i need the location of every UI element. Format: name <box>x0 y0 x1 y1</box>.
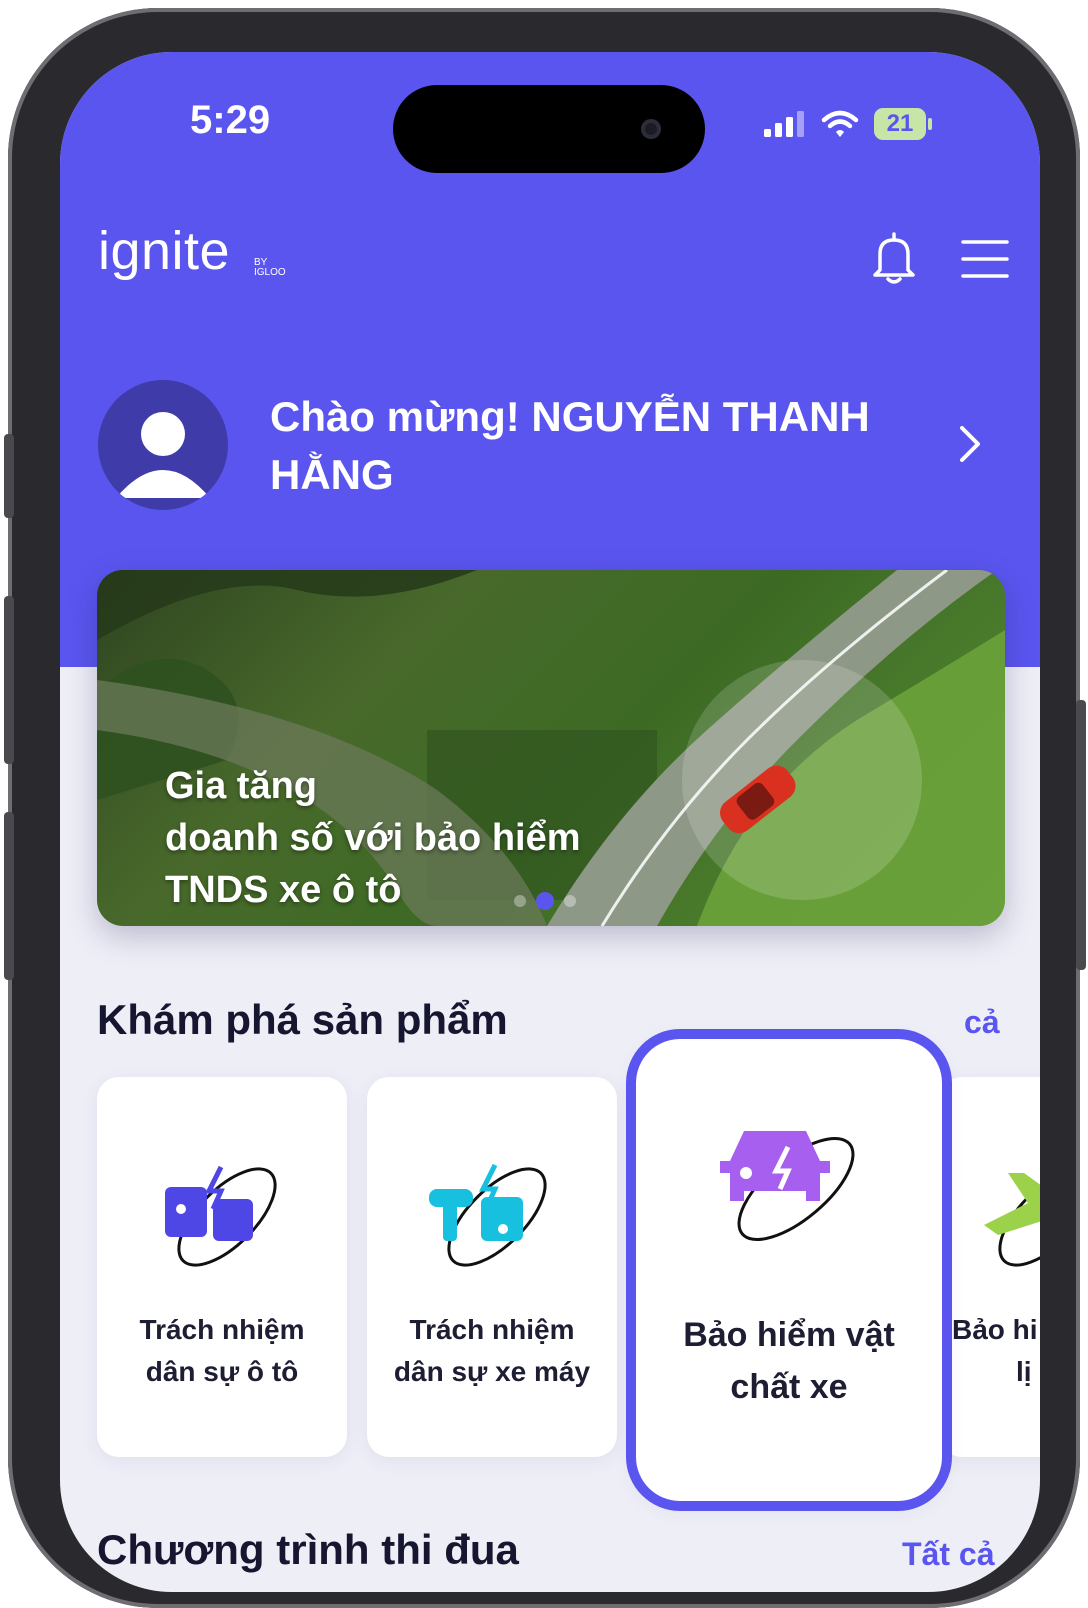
user-icon <box>116 412 210 498</box>
menu-icon[interactable] <box>960 238 1010 280</box>
carousel-dots <box>514 892 576 910</box>
product-label: Bảo hiểm vật chất xe <box>636 1309 942 1413</box>
competition-section-title: Chương trình thi đua <box>97 1526 519 1573</box>
bell-icon[interactable] <box>870 230 918 286</box>
car-damage-icon <box>720 1131 855 1242</box>
product-card-car-liability[interactable]: Trách nhiệm dân sự ô tô <box>97 1077 347 1457</box>
carousel-dot[interactable] <box>514 895 526 907</box>
banner-line2: doanh số với bảo hiểm <box>165 817 581 859</box>
camera-icon <box>641 119 661 139</box>
travel-plane-icon <box>984 1167 1040 1267</box>
product-label-line2: dân sự xe máy <box>393 1356 591 1387</box>
product-card-motorbike-liability[interactable]: Trách nhiệm dân sự xe máy <box>367 1077 617 1457</box>
profile-row[interactable]: Chào mừng! NGUYỄN THANH HẰNG <box>98 380 998 510</box>
product-label-line1: Trách nhiệm <box>139 1314 305 1345</box>
greeting-text: Chào mừng! NGUYỄN THANH HẰNG <box>270 393 870 498</box>
dynamic-island <box>393 85 705 173</box>
side-button <box>4 812 14 980</box>
logo-subtitle: BY IGLOO <box>254 258 286 278</box>
product-label-line2: chất xe <box>730 1368 848 1406</box>
product-label-line2: dân sự ô tô <box>145 1356 299 1387</box>
product-card-car-damage[interactable]: Bảo hiểm vật chất xe <box>636 1039 942 1501</box>
product-label-line1: Bảo hiểm vật <box>683 1316 895 1354</box>
product-label: Bảo hi lị <box>952 1309 1040 1393</box>
side-button <box>4 596 14 764</box>
side-button <box>4 434 14 518</box>
side-button <box>1076 700 1086 970</box>
motorbike-liability-icon <box>429 1163 547 1267</box>
status-icons: 21 <box>762 108 932 140</box>
app-logo: ignite <box>98 221 231 281</box>
avatar <box>98 380 228 510</box>
carousel-dot-active[interactable] <box>536 892 554 910</box>
signal-icon <box>764 111 804 137</box>
product-label-line1: Bảo hi <box>952 1314 1038 1345</box>
product-label: Trách nhiệm dân sự ô tô <box>97 1309 347 1393</box>
product-label-line2: lị <box>1016 1356 1032 1387</box>
products-see-all-link[interactable]: cả <box>964 1004 1000 1041</box>
product-card-travel[interactable]: Bảo hi lị <box>940 1077 1040 1457</box>
status-time: 5:29 <box>190 98 271 142</box>
carousel-dot[interactable] <box>564 895 576 907</box>
wifi-icon <box>821 110 859 137</box>
product-label-line1: Trách nhiệm <box>409 1314 575 1345</box>
car-liability-icon <box>165 1165 277 1267</box>
product-label: Trách nhiệm dân sự xe máy <box>367 1309 617 1393</box>
promo-banner[interactable]: Gia tăng doanh số với bảo hiểm TNDS xe ô… <box>97 570 1005 926</box>
app-screen: 5:29 21 ignite BY IGLOO Chào mừng! NGUYỄ… <box>60 52 1040 1592</box>
logo-subtitle-line2: IGLOO <box>254 267 286 278</box>
chevron-right-icon[interactable] <box>956 424 984 464</box>
products-section-title: Khám phá sản phẩm <box>97 996 508 1043</box>
banner-line3: TNDS xe ô tô <box>165 869 402 911</box>
banner-headline: Gia tăng doanh số với bảo hiểm TNDS xe ô… <box>165 760 685 916</box>
banner-line1: Gia tăng <box>165 765 318 807</box>
battery-indicator: 21 <box>874 108 932 140</box>
competition-see-all-link[interactable]: Tất cả <box>902 1536 994 1573</box>
